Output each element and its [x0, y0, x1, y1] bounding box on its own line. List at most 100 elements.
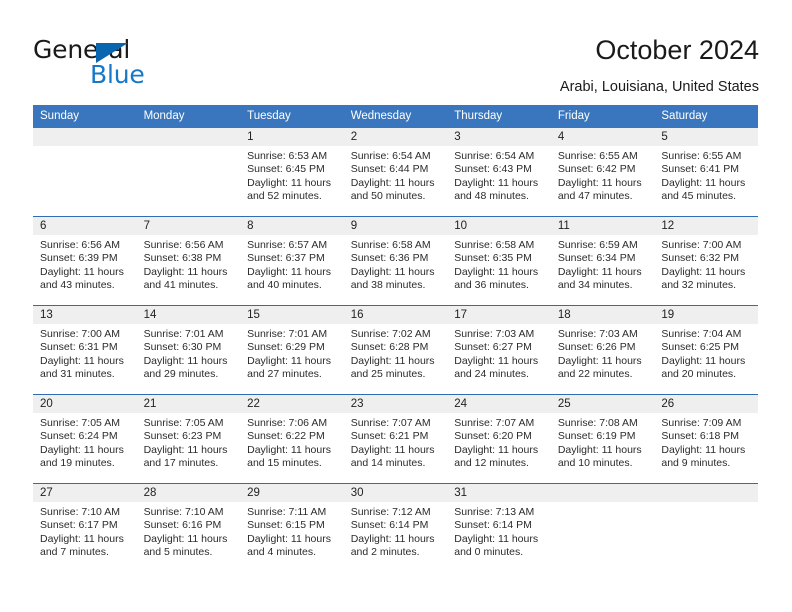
- day-number: 21: [136, 395, 241, 413]
- daylight-duration-line2: and 48 minutes.: [454, 190, 529, 203]
- calendar-day-cell[interactable]: 9 Sunrise: 6:58 AM Sunset: 6:36 PM Daylight…: [343, 216, 448, 306]
- calendar-day-cell[interactable]: 28 Sunrise: 7:10 AM Sunset: 6:16 PM Dayligh…: [136, 483, 241, 572]
- calendar-day-cell[interactable]: 27 Sunrise: 7:10 AM Sunset: 6:17 PM Dayligh…: [33, 483, 137, 572]
- day-number: 16: [343, 306, 448, 324]
- calendar-day-cell[interactable]: 26 Sunrise: 7:09 AM Sunset: 6:18 PM Dayligh…: [654, 394, 758, 484]
- calendar-day-cell[interactable]: 16 Sunrise: 7:02 AM Sunset: 6:28 PM Dayligh…: [343, 305, 448, 395]
- calendar-day-cell[interactable]: 6 Sunrise: 6:56 AM Sunset: 6:39 PM Daylight…: [33, 216, 137, 306]
- calendar-header-row: Sunday Monday Tuesday Wednesday Thursday…: [33, 105, 758, 128]
- daylight-duration-line1: Daylight: 11 hours: [661, 354, 746, 367]
- calendar-day-cell[interactable]: 10 Sunrise: 6:58 AM Sunset: 6:35 PM Dayligh…: [447, 216, 551, 306]
- day-cell-content: 13 Sunrise: 7:00 AM Sunset: 6:31 PM Dayligh…: [33, 306, 137, 394]
- day-sun-details: Sunrise: 7:12 AM Sunset: 6:14 PM Daylight:…: [344, 502, 448, 560]
- sunset-time: Sunset: 6:14 PM: [454, 519, 532, 532]
- daylight-duration-line2: and 17 minutes.: [143, 457, 219, 470]
- day-sun-details: Sunrise: 6:57 AM Sunset: 6:37 PM Daylight:…: [240, 235, 344, 293]
- calendar-day-cell[interactable]: 12 Sunrise: 7:00 AM Sunset: 6:32 PM Dayligh…: [654, 216, 758, 306]
- calendar-day-cell[interactable]: [550, 483, 655, 572]
- calendar-day-cell[interactable]: 25 Sunrise: 7:08 AM Sunset: 6:19 PM Dayligh…: [550, 394, 655, 484]
- day-sun-details: Sunrise: 7:01 AM Sunset: 6:30 PM Daylight:…: [137, 324, 241, 382]
- sunrise-time: Sunrise: 6:54 AM: [350, 150, 431, 162]
- calendar-day-cell[interactable]: 7 Sunrise: 6:56 AM Sunset: 6:38 PM Daylight…: [136, 216, 241, 306]
- day-cell-content: 11 Sunrise: 6:59 AM Sunset: 6:34 PM Dayligh…: [550, 217, 655, 305]
- sunrise-time: Sunrise: 6:56 AM: [143, 239, 224, 251]
- day-sun-details: Sunrise: 7:13 AM Sunset: 6:14 PM Daylight:…: [447, 502, 551, 560]
- calendar-day-cell[interactable]: 29 Sunrise: 7:11 AM Sunset: 6:15 PM Dayligh…: [240, 483, 344, 572]
- calendar-day-cell[interactable]: 21 Sunrise: 7:05 AM Sunset: 6:23 PM Dayligh…: [136, 394, 241, 484]
- calendar-day-cell[interactable]: 15 Sunrise: 7:01 AM Sunset: 6:29 PM Dayligh…: [240, 305, 344, 395]
- calendar-day-cell[interactable]: 23 Sunrise: 7:07 AM Sunset: 6:21 PM Dayligh…: [343, 394, 448, 484]
- calendar-day-cell[interactable]: 22 Sunrise: 7:06 AM Sunset: 6:22 PM Dayligh…: [240, 394, 344, 484]
- weekday-header-friday: Friday: [550, 105, 655, 128]
- day-sun-details: Sunrise: 6:58 AM Sunset: 6:36 PM Daylight:…: [344, 235, 448, 293]
- daylight-duration-line1: Daylight: 11 hours: [247, 443, 331, 456]
- daylight-duration-line1: Daylight: 11 hours: [454, 532, 539, 545]
- sunrise-time: Sunrise: 6:58 AM: [350, 239, 431, 251]
- day-number: 12: [654, 217, 758, 235]
- daylight-duration-line2: and 43 minutes.: [40, 279, 115, 292]
- calendar-day-cell[interactable]: 18 Sunrise: 7:03 AM Sunset: 6:26 PM Dayligh…: [550, 305, 655, 395]
- daylight-duration-line2: and 15 minutes.: [247, 457, 322, 470]
- calendar-day-cell[interactable]: 20 Sunrise: 7:05 AM Sunset: 6:24 PM Dayligh…: [33, 394, 137, 484]
- calendar-day-cell[interactable]: 5 Sunrise: 6:55 AM Sunset: 6:41 PM Daylight…: [654, 128, 758, 217]
- sunset-time: Sunset: 6:23 PM: [143, 430, 222, 443]
- sunset-time: Sunset: 6:18 PM: [661, 430, 740, 443]
- calendar-day-cell[interactable]: 31 Sunrise: 7:13 AM Sunset: 6:14 PM Dayligh…: [447, 483, 551, 572]
- calendar-page: General Blue October 2024 Arabi, Louisia…: [0, 0, 792, 612]
- daylight-duration-line1: Daylight: 11 hours: [454, 265, 539, 278]
- daylight-duration-line2: and 50 minutes.: [350, 190, 426, 203]
- sunrise-time: Sunrise: 7:07 AM: [454, 417, 535, 429]
- calendar-day-cell[interactable]: 14 Sunrise: 7:01 AM Sunset: 6:30 PM Dayligh…: [136, 305, 241, 395]
- daylight-duration-line2: and 34 minutes.: [557, 279, 633, 292]
- day-number: 19: [654, 306, 758, 324]
- sunrise-time: Sunrise: 7:11 AM: [247, 506, 327, 518]
- calendar-day-cell[interactable]: 30 Sunrise: 7:12 AM Sunset: 6:14 PM Dayligh…: [343, 483, 448, 572]
- sunrise-time: Sunrise: 7:02 AM: [350, 328, 431, 340]
- sunset-time: Sunset: 6:20 PM: [454, 430, 532, 443]
- weekday-header-saturday: Saturday: [654, 105, 758, 128]
- daylight-duration-line2: and 22 minutes.: [557, 368, 633, 381]
- daylight-duration-line2: and 32 minutes.: [661, 279, 737, 292]
- sunset-time: Sunset: 6:26 PM: [557, 341, 636, 354]
- sunrise-time: Sunrise: 7:12 AM: [350, 506, 431, 518]
- sunset-time: Sunset: 6:35 PM: [454, 252, 532, 265]
- daylight-duration-line2: and 45 minutes.: [661, 190, 737, 203]
- calendar-day-cell[interactable]: 24 Sunrise: 7:07 AM Sunset: 6:20 PM Dayligh…: [447, 394, 551, 484]
- weekday-header-monday: Monday: [136, 105, 241, 128]
- day-sun-details: Sunrise: 6:55 AM Sunset: 6:42 PM Daylight:…: [551, 146, 655, 204]
- sunset-time: Sunset: 6:31 PM: [40, 341, 118, 354]
- daylight-duration-line2: and 7 minutes.: [40, 546, 109, 559]
- sunset-time: Sunset: 6:43 PM: [454, 163, 532, 176]
- calendar-day-cell[interactable]: 19 Sunrise: 7:04 AM Sunset: 6:25 PM Dayligh…: [654, 305, 758, 395]
- calendar-day-cell[interactable]: [654, 483, 758, 572]
- daylight-duration-line1: Daylight: 11 hours: [557, 354, 642, 367]
- daylight-duration-line2: and 27 minutes.: [247, 368, 322, 381]
- day-sun-details: Sunrise: 7:07 AM Sunset: 6:21 PM Daylight:…: [344, 413, 448, 471]
- day-cell-content: 18 Sunrise: 7:03 AM Sunset: 6:26 PM Dayligh…: [550, 306, 655, 394]
- calendar-day-cell[interactable]: 3 Sunrise: 6:54 AM Sunset: 6:43 PM Daylight…: [447, 128, 551, 217]
- sunrise-time: Sunrise: 7:09 AM: [661, 417, 742, 429]
- calendar-day-cell[interactable]: 8 Sunrise: 6:57 AM Sunset: 6:37 PM Daylight…: [240, 216, 344, 306]
- sunrise-time: Sunrise: 7:04 AM: [661, 328, 742, 340]
- day-cell-empty: [33, 128, 137, 216]
- day-number: 13: [33, 306, 137, 324]
- generalblue-logo[interactable]: General Blue: [33, 36, 273, 88]
- calendar-day-cell[interactable]: [136, 128, 241, 217]
- calendar-day-cell[interactable]: 4 Sunrise: 6:55 AM Sunset: 6:42 PM Daylight…: [550, 128, 655, 217]
- day-number: 25: [550, 395, 655, 413]
- day-cell-content: 27 Sunrise: 7:10 AM Sunset: 6:17 PM Dayligh…: [33, 484, 137, 572]
- day-sun-details: Sunrise: 7:07 AM Sunset: 6:20 PM Daylight:…: [447, 413, 551, 471]
- calendar-day-cell[interactable]: 2 Sunrise: 6:54 AM Sunset: 6:44 PM Daylight…: [343, 128, 448, 217]
- calendar-day-cell[interactable]: 1 Sunrise: 6:53 AM Sunset: 6:45 PM Daylight…: [240, 128, 344, 217]
- calendar-day-cell[interactable]: 11 Sunrise: 6:59 AM Sunset: 6:34 PM Dayligh…: [550, 216, 655, 306]
- calendar-day-cell[interactable]: 17 Sunrise: 7:03 AM Sunset: 6:27 PM Dayligh…: [447, 305, 551, 395]
- calendar-day-cell[interactable]: [33, 128, 137, 217]
- day-sun-details: Sunrise: 7:04 AM Sunset: 6:25 PM Daylight:…: [654, 324, 758, 382]
- daylight-duration-line2: and 0 minutes.: [454, 546, 524, 559]
- day-sun-details: Sunrise: 7:00 AM Sunset: 6:31 PM Daylight:…: [33, 324, 137, 382]
- sunrise-time: Sunrise: 7:05 AM: [143, 417, 224, 429]
- weekday-header-thursday: Thursday: [447, 105, 551, 128]
- day-cell-content: 9 Sunrise: 6:58 AM Sunset: 6:36 PM Daylight…: [343, 217, 448, 305]
- calendar-day-cell[interactable]: 13 Sunrise: 7:00 AM Sunset: 6:31 PM Dayligh…: [33, 305, 137, 395]
- sunset-time: Sunset: 6:27 PM: [454, 341, 532, 354]
